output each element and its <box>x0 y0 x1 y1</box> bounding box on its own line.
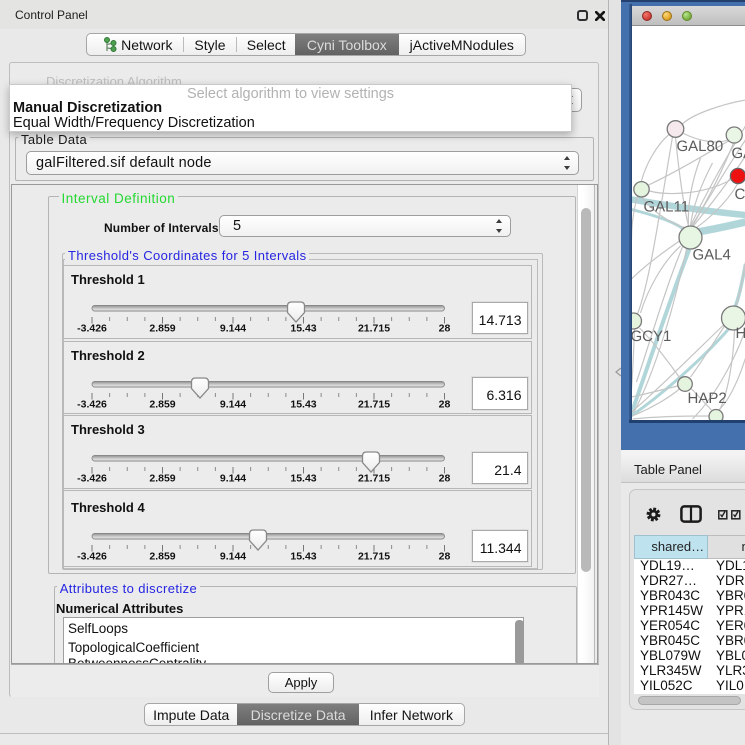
svg-text:21.715: 21.715 <box>358 323 390 335</box>
svg-text:-3.426: -3.426 <box>77 323 107 335</box>
svg-text:21.715: 21.715 <box>358 398 390 410</box>
svg-text:-3.426: -3.426 <box>77 473 107 485</box>
svg-text:HIS4: HIS4 <box>735 325 745 342</box>
svg-text:9.144: 9.144 <box>220 323 246 335</box>
svg-text:GCY1: GCY1 <box>632 328 671 345</box>
svg-text:GAL80: GAL80 <box>676 138 723 155</box>
svg-text:GAL7: GAL7 <box>731 145 745 162</box>
svg-text:9.144: 9.144 <box>220 398 246 410</box>
svg-text:-3.426: -3.426 <box>77 398 107 410</box>
svg-text:21.715: 21.715 <box>358 551 390 563</box>
svg-text:28: 28 <box>439 398 451 410</box>
svg-text:15.43: 15.43 <box>290 398 316 410</box>
svg-text:28: 28 <box>439 473 451 485</box>
svg-text:GAL11: GAL11 <box>643 199 689 216</box>
svg-text:2.859: 2.859 <box>149 323 175 335</box>
svg-text:21.715: 21.715 <box>358 473 390 485</box>
svg-text:28: 28 <box>439 551 451 563</box>
svg-text:9.144: 9.144 <box>220 473 246 485</box>
svg-text:CRP1: CRP1 <box>734 186 745 203</box>
svg-text:15.43: 15.43 <box>290 323 316 335</box>
svg-text:2.859: 2.859 <box>149 551 175 563</box>
svg-text:2.859: 2.859 <box>149 398 175 410</box>
svg-text:15.43: 15.43 <box>290 473 316 485</box>
svg-text:GAL4: GAL4 <box>692 247 730 264</box>
svg-text:2.859: 2.859 <box>149 473 175 485</box>
svg-text:28: 28 <box>439 323 451 335</box>
svg-text:HAP2: HAP2 <box>687 390 726 407</box>
svg-text:-3.426: -3.426 <box>77 551 107 563</box>
svg-text:15.43: 15.43 <box>290 551 316 563</box>
svg-text:9.144: 9.144 <box>220 551 246 563</box>
